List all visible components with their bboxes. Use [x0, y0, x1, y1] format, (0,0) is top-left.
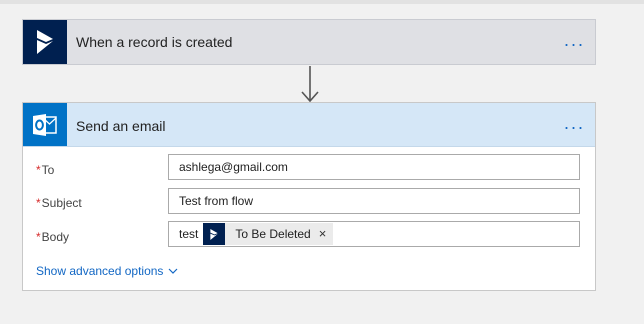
subject-required-mark: *: [36, 196, 41, 210]
advanced-label: Show advanced options: [36, 264, 164, 278]
subject-label-text: Subject: [41, 196, 82, 210]
dynamic-content-token[interactable]: To Be Deleted ×: [203, 222, 334, 246]
body-text: test: [179, 227, 199, 241]
top-strip: [0, 0, 644, 4]
token-remove-button[interactable]: ×: [319, 222, 327, 246]
body-field[interactable]: test To Be Deleted ×: [168, 221, 580, 247]
body-label: *Body: [36, 230, 69, 244]
body-label-text: Body: [41, 230, 70, 244]
subject-field[interactable]: Test from flow: [168, 188, 580, 214]
to-label: *To: [36, 163, 54, 177]
arrow-down-icon: [301, 66, 319, 103]
body-required-mark: *: [36, 230, 41, 244]
action-more-button[interactable]: ...: [564, 113, 585, 133]
trigger-card[interactable]: When a record is created ...: [22, 19, 596, 65]
send-email-card: Send an email ... *To ashlega@gmail.com …: [22, 102, 596, 291]
subject-label: *Subject: [36, 196, 82, 210]
outlook-icon: [23, 103, 67, 146]
to-required-mark: *: [36, 163, 41, 177]
token-label: To Be Deleted: [235, 227, 311, 241]
to-label-text: To: [41, 163, 55, 177]
dynamics-icon: [203, 223, 226, 245]
chevron-down-icon: [168, 263, 178, 277]
dynamics-icon: [23, 20, 67, 64]
trigger-more-button[interactable]: ...: [564, 30, 585, 50]
send-email-header[interactable]: Send an email ...: [23, 103, 595, 147]
show-advanced-options-link[interactable]: Show advanced options: [36, 263, 178, 278]
to-field[interactable]: ashlega@gmail.com: [168, 154, 580, 180]
trigger-title: When a record is created: [76, 34, 233, 50]
action-title: Send an email: [76, 118, 166, 134]
